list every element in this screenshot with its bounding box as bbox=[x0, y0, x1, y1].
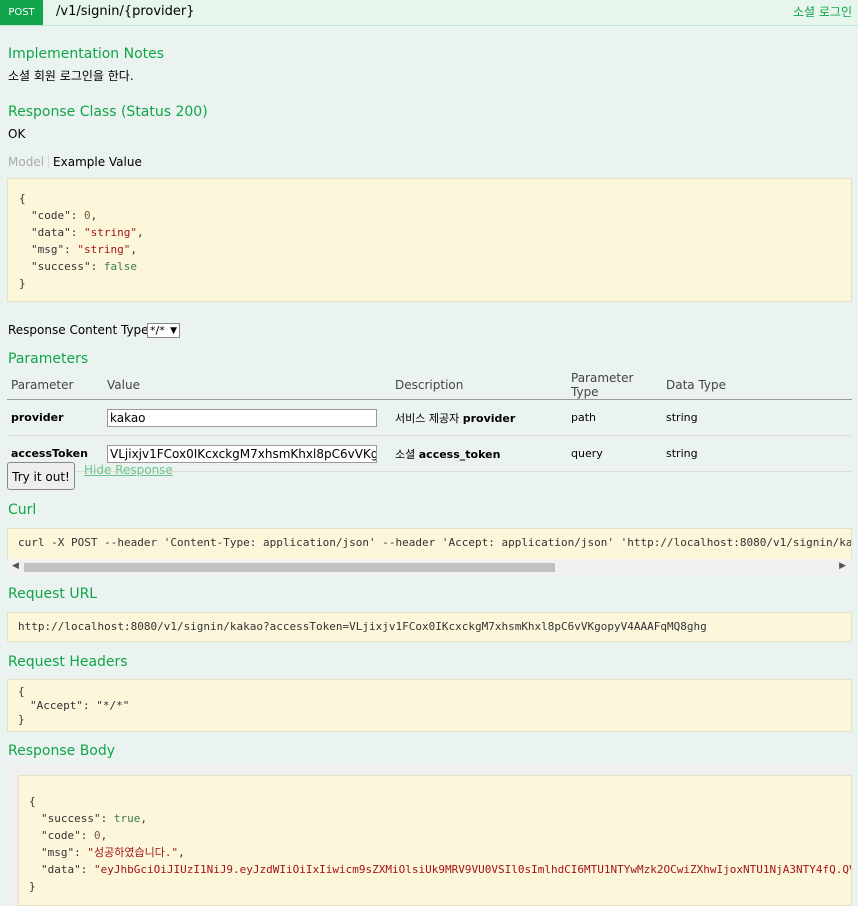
tab-model[interactable]: Model bbox=[8, 155, 50, 169]
implementation-notes-text: 소셜 회원 로그인을 한다. bbox=[8, 69, 134, 83]
param-type: query bbox=[567, 435, 662, 472]
json-line-msg: "msg": "성공하였습니다.", bbox=[41, 846, 185, 859]
operation-summary-link[interactable]: 소셜 로그인 bbox=[793, 3, 852, 20]
provider-input[interactable]: kakao bbox=[107, 408, 377, 427]
curl-command: curl -X POST --header 'Content-Type: app… bbox=[18, 536, 852, 549]
json-line-code: "code": 0, bbox=[41, 829, 108, 842]
response-content-type-label: Response Content Type bbox=[8, 323, 149, 337]
param-description: 소셜 access_token bbox=[391, 435, 567, 472]
request-headers-title: Request Headers bbox=[8, 654, 128, 670]
request-headers-box: { "Accept": "*/*" } bbox=[7, 679, 852, 732]
response-content-type-select[interactable]: */* ▼ bbox=[147, 323, 180, 338]
json-line-success: "success": true, bbox=[41, 812, 147, 825]
hide-response-link[interactable]: Hide Response bbox=[84, 463, 173, 477]
response-body-container: { "success": true, "code": 0, "msg": "성공… bbox=[7, 764, 852, 906]
parameters-table: Parameter Value Description Parameter Ty… bbox=[7, 371, 852, 472]
param-name: provider bbox=[7, 399, 103, 436]
operation-header[interactable]: POST /v1/signin/{provider} 소셜 로그인 bbox=[0, 0, 858, 26]
access-token-input[interactable]: VLjixjv1FCox0IKcxckgM7xhsmKhxl8pC6vVKgo bbox=[107, 444, 377, 463]
column-header: Parameter Type bbox=[567, 371, 662, 400]
param-type: path bbox=[567, 399, 662, 436]
parameters-header-row: Parameter Value Description Parameter Ty… bbox=[7, 371, 852, 400]
column-header: Data Type bbox=[662, 371, 852, 400]
json-line-data: "data": "eyJhbGciOiJIUzI1NiJ9.eyJzdWIiOi… bbox=[41, 863, 852, 876]
endpoint-path[interactable]: /v1/signin/{provider} bbox=[56, 4, 195, 19]
json-line-success: "success": false bbox=[31, 260, 137, 273]
param-value-cell: kakao bbox=[103, 399, 391, 436]
json-open: { bbox=[29, 795, 36, 808]
response-body-box: { "success": true, "code": 0, "msg": "성공… bbox=[18, 775, 852, 906]
select-value: */* bbox=[150, 324, 165, 337]
json-open: { bbox=[19, 192, 26, 205]
scroll-right-arrow-icon[interactable]: ▶ bbox=[839, 561, 846, 571]
parameters-title: Parameters bbox=[8, 351, 89, 367]
response-status-text: OK bbox=[8, 127, 26, 141]
json-close: } bbox=[18, 713, 25, 726]
json-line-data: "data": "string", bbox=[31, 226, 144, 239]
scrollbar-thumb[interactable] bbox=[24, 563, 555, 572]
request-url-box: http://localhost:8080/v1/signin/kakao?ac… bbox=[7, 612, 852, 642]
request-url-title: Request URL bbox=[8, 586, 98, 602]
scroll-left-arrow-icon[interactable]: ◀ bbox=[12, 561, 19, 571]
implementation-notes-title: Implementation Notes bbox=[8, 46, 165, 62]
dropdown-arrow-icon: ▼ bbox=[170, 326, 177, 336]
column-header: Value bbox=[103, 371, 391, 400]
json-close: } bbox=[29, 880, 36, 893]
column-header: Description bbox=[391, 371, 567, 400]
tab-example-value[interactable]: Example Value bbox=[49, 155, 142, 169]
curl-title: Curl bbox=[8, 502, 37, 518]
response-body-title: Response Body bbox=[8, 743, 116, 759]
header-line: "Accept": "*/*" bbox=[30, 699, 130, 712]
request-url-text: http://localhost:8080/v1/signin/kakao?ac… bbox=[18, 620, 707, 633]
param-data-type: string bbox=[662, 435, 852, 472]
json-line-code: "code": 0, bbox=[31, 209, 98, 222]
json-open: { bbox=[18, 685, 25, 698]
horizontal-scrollbar[interactable]: ◀ ▶ bbox=[8, 559, 851, 575]
http-method-badge[interactable]: POST bbox=[0, 0, 43, 25]
column-header: Parameter bbox=[7, 371, 103, 400]
table-row: provider kakao 서비스 제공자 provider path str… bbox=[7, 399, 852, 436]
json-line-msg: "msg": "string", bbox=[31, 243, 137, 256]
response-class-title: Response Class (Status 200) bbox=[8, 104, 208, 120]
curl-command-box: curl -X POST --header 'Content-Type: app… bbox=[7, 528, 852, 559]
json-close: } bbox=[19, 277, 26, 290]
param-description: 서비스 제공자 provider bbox=[391, 399, 567, 436]
param-data-type: string bbox=[662, 399, 852, 436]
example-value-box: { "code": 0, "data": "string", "msg": "s… bbox=[7, 178, 852, 302]
try-it-out-button[interactable]: Try it out! bbox=[7, 462, 75, 490]
model-tabs: Model Example Value bbox=[8, 155, 142, 171]
